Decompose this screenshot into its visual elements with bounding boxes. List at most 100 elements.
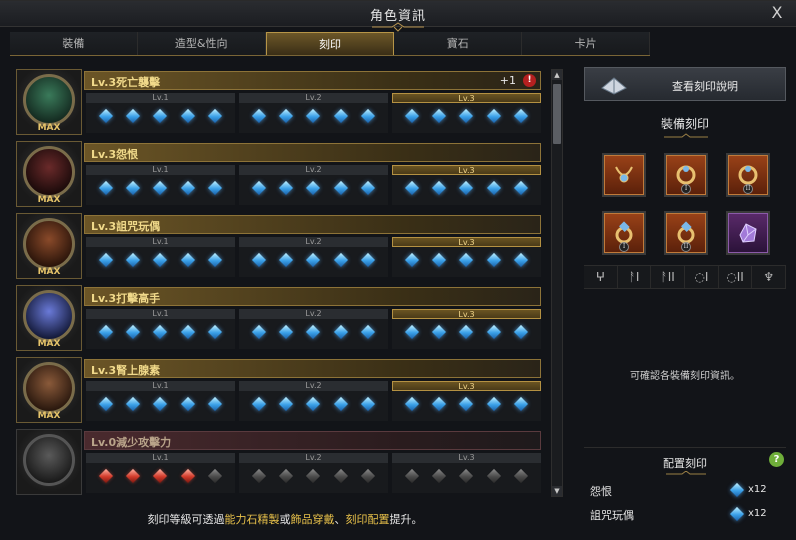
gem-filled-icon	[153, 109, 167, 123]
close-button[interactable]: X	[768, 3, 786, 23]
gem-filled-icon	[334, 109, 348, 123]
gem-filled-icon	[126, 109, 140, 123]
earring-2-filter-icon[interactable]: ᚨII	[651, 266, 686, 288]
gem-filled-icon	[334, 397, 348, 411]
engraving-icon	[23, 362, 75, 414]
gem-empty-icon	[208, 469, 222, 483]
engraving-icon	[23, 290, 75, 342]
gem-empty-icon	[279, 469, 293, 483]
level-label: Lv.2	[239, 237, 388, 247]
level-1-segment: Lv.1	[86, 93, 235, 133]
gem-filled-icon	[361, 181, 375, 195]
ring-1-filter-icon[interactable]: ◌I	[685, 266, 719, 288]
gem-filled-icon	[306, 181, 320, 195]
gem-filled-icon	[405, 181, 419, 195]
help-icon[interactable]: ?	[769, 452, 784, 467]
engraving-entry[interactable]: Lv.0減少攻擊力 Lv.1 Lv.2 Lv.3	[16, 429, 544, 495]
tab-equipment[interactable]: 裝備	[10, 32, 138, 55]
divider	[584, 447, 786, 448]
gem-empty-icon	[405, 469, 419, 483]
gem-filled-icon	[181, 325, 195, 339]
gem-row	[86, 181, 235, 195]
gem-filled-icon	[459, 181, 473, 195]
necklace-filter-icon[interactable]: ⵖ	[584, 266, 618, 288]
gem-filled-icon	[334, 181, 348, 195]
engraving-portrait[interactable]: MAX	[16, 357, 82, 423]
engraving-entry[interactable]: MAX Lv.3腎上腺素 Lv.1 Lv.2 Lv.3	[16, 357, 544, 423]
slot-ring-2[interactable]: II	[664, 211, 708, 255]
engraving-name-bar: Lv.3死亡襲擊 +1!	[84, 71, 541, 90]
tab-engraving[interactable]: 刻印	[265, 32, 395, 55]
slot-necklace[interactable]	[602, 153, 646, 197]
gem-filled-icon	[306, 325, 320, 339]
assigned-engraving-row: 怨恨 x12	[590, 483, 780, 499]
scroll-up-icon[interactable]: ▲	[552, 70, 562, 80]
gem-filled-icon	[487, 253, 501, 267]
engraving-name: Lv.3死亡襲擊	[91, 76, 161, 89]
max-badge: MAX	[37, 123, 61, 133]
guide-button-label: 查看刻印說明	[672, 80, 738, 93]
engraving-entry[interactable]: MAX Lv.3死亡襲擊 +1! Lv.1 Lv.2 Lv.3	[16, 69, 544, 135]
warning-icon[interactable]: !	[523, 74, 536, 87]
ability-stone-filter-icon[interactable]: ♆	[752, 266, 787, 288]
gem-filled-icon	[208, 397, 222, 411]
level-label: Lv.2	[239, 381, 388, 391]
gem-filled-icon	[181, 181, 195, 195]
slot-earring-1[interactable]: I	[664, 153, 708, 197]
engraving-entry[interactable]: MAX Lv.3詛咒玩偶 Lv.1 Lv.2 Lv.3	[16, 213, 544, 279]
slot-ring-1[interactable]: I	[602, 211, 646, 255]
level-track: Lv.1 Lv.2 Lv.3	[86, 309, 541, 349]
gem-filled-icon	[208, 109, 222, 123]
earring-1-filter-icon[interactable]: ᚨI	[618, 266, 652, 288]
tab-gems[interactable]: 寶石	[394, 32, 523, 55]
gem-empty-icon	[252, 469, 266, 483]
slot-number: II	[681, 242, 691, 252]
slot-earring-2[interactable]: II	[726, 153, 770, 197]
footer-hint: 刻印等級可透過能力石精製或飾品穿戴、刻印配置提升。	[0, 511, 570, 527]
equip-info-text: 可確認各裝備刻印資訊。	[630, 371, 740, 382]
gem-row	[392, 469, 541, 483]
footer-highlight: 能力石精製	[224, 513, 280, 526]
gem-filled-icon	[99, 325, 113, 339]
gem-empty-icon	[306, 469, 320, 483]
engraving-portrait[interactable]	[16, 429, 82, 495]
slot-number: II	[743, 184, 753, 194]
tab-appearance[interactable]: 造型&性向	[137, 32, 266, 55]
gem-row	[239, 181, 388, 195]
engraving-portrait[interactable]: MAX	[16, 69, 82, 135]
gem-penalty-icon	[99, 469, 113, 483]
gem-filled-icon	[99, 109, 113, 123]
engraving-portrait[interactable]: MAX	[16, 285, 82, 351]
slot-ability-stone[interactable]	[726, 211, 770, 255]
ring-2-filter-icon[interactable]: ◌II	[719, 266, 753, 288]
level-2-segment: Lv.2	[239, 453, 388, 493]
engraving-entry[interactable]: MAX Lv.3怨恨 Lv.1 Lv.2 Lv.3	[16, 141, 544, 207]
engraving-portrait[interactable]: MAX	[16, 141, 82, 207]
level-track: Lv.1 Lv.2 Lv.3	[86, 165, 541, 205]
gem-filled-icon	[514, 181, 528, 195]
assigned-engraving-heading: 配置刻印	[663, 457, 707, 470]
level-track: Lv.1 Lv.2 Lv.3	[86, 237, 541, 277]
gem-filled-icon	[405, 253, 419, 267]
gem-filled-icon	[252, 181, 266, 195]
max-badge: MAX	[37, 339, 61, 349]
view-engraving-guide-button[interactable]: 查看刻印說明	[584, 67, 786, 101]
scroll-down-icon[interactable]: ▼	[552, 486, 562, 496]
level-3-segment: Lv.3	[392, 93, 541, 133]
engraving-name: Lv.3打擊高手	[91, 292, 161, 305]
gem-row	[392, 397, 541, 411]
gem-filled-icon	[153, 253, 167, 267]
scroll-thumb[interactable]	[553, 84, 561, 144]
tab-cards[interactable]: 卡片	[522, 32, 650, 55]
bonus-count: +1	[499, 74, 516, 87]
heading-ornament-icon	[664, 133, 708, 138]
level-3-segment: Lv.3	[392, 237, 541, 277]
gem-row	[392, 109, 541, 123]
level-label: Lv.1	[86, 237, 235, 247]
level-3-segment: Lv.3	[392, 309, 541, 349]
scrollbar[interactable]: ▲ ▼	[551, 69, 563, 497]
engraving-portrait[interactable]: MAX	[16, 213, 82, 279]
gem-penalty-icon	[126, 469, 140, 483]
engraving-entry[interactable]: MAX Lv.3打擊高手 Lv.1 Lv.2 Lv.3	[16, 285, 544, 351]
engraving-name: Lv.3怨恨	[91, 148, 139, 161]
